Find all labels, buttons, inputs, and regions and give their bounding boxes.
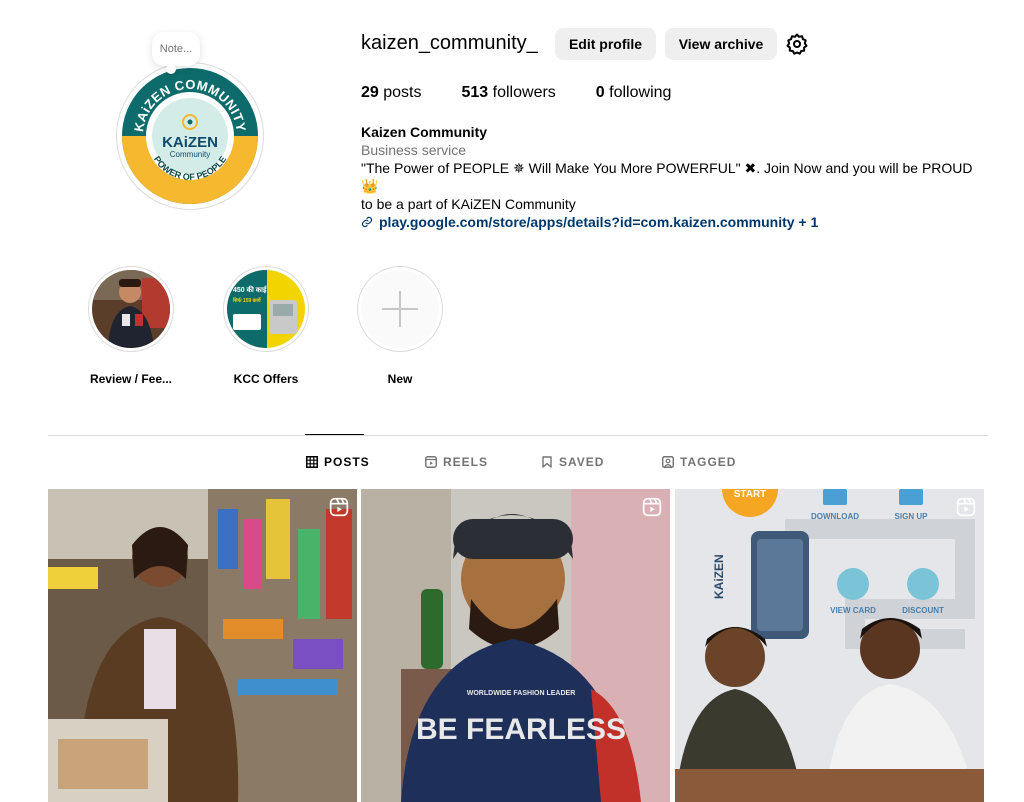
- posts-stat: 29 posts: [361, 84, 422, 102]
- post-thumbnail-3[interactable]: START DOWNLOAD SIGN UP VIEW CARD DISCOUN…: [675, 489, 984, 802]
- diagram-viewcard-label: VIEW CARD: [830, 606, 876, 615]
- note-bubble[interactable]: Note...: [152, 32, 200, 74]
- tab-reels[interactable]: REELS: [425, 455, 488, 469]
- link-icon: [361, 216, 373, 228]
- avatar-center-sub: Community: [170, 150, 210, 159]
- highlight-new[interactable]: New: [345, 266, 455, 386]
- posts-label: posts: [383, 84, 422, 101]
- highlight-review-image: [92, 270, 170, 348]
- posts-count: 29: [361, 84, 379, 101]
- offer-thumb-line1: 450 की काई: [233, 285, 267, 294]
- business-category: Business service: [361, 142, 467, 158]
- reel-badge-icon: [329, 497, 349, 517]
- post-thumbnail-2[interactable]: BE FEARLESS WORLDWIDE FASHION LEADER: [361, 489, 670, 802]
- highlight-kcc-offers[interactable]: 450 की काई सिर्फ 159 कार्ये KCC Offers: [211, 266, 321, 386]
- view-archive-button[interactable]: View archive: [665, 28, 777, 60]
- active-tab-indicator: [305, 434, 364, 435]
- avatar-center-text: KAiZEN: [162, 134, 218, 151]
- bio-text-line1: "The Power of PEOPLE ✵ Will Make You Mor…: [361, 160, 973, 194]
- shirt-text: BE FEARLESS: [416, 713, 626, 746]
- username: kaizen_community_: [361, 32, 538, 54]
- reel-badge-icon: [642, 497, 662, 517]
- following-count: 0: [595, 84, 605, 101]
- tab-reels-label: REELS: [443, 455, 489, 469]
- bio-link-text: play.google.com/store/apps/details?id=co…: [379, 214, 819, 230]
- highlight-label: New: [387, 372, 413, 386]
- followers-stat[interactable]: 513 followers: [462, 84, 556, 102]
- diagram-start-label: START: [734, 489, 767, 500]
- bio-link[interactable]: play.google.com/store/apps/details?id=co…: [361, 213, 991, 231]
- highlight-label: Review / Fee...: [89, 372, 173, 386]
- highlight-ring: [88, 266, 174, 352]
- note-text: Note...: [159, 43, 193, 55]
- tagged-user-icon: [662, 456, 674, 468]
- tabs-divider: [48, 435, 988, 436]
- tab-saved-label: SAVED: [559, 455, 605, 469]
- highlight-label: KCC Offers: [233, 372, 299, 386]
- bookmark-icon: [542, 456, 552, 468]
- following-label: following: [609, 84, 672, 101]
- profile-avatar[interactable]: KAiZEN COMMUNITY POWER OF PEOPLE KAiZEN …: [116, 62, 264, 210]
- diagram-download-label: DOWNLOAD: [811, 512, 859, 521]
- offer-thumb-line2: सिर्फ 159 कार्ये: [232, 297, 262, 304]
- highlight-offers-image: 450 की काई सिर्फ 159 कार्ये: [227, 270, 305, 348]
- post-1-image: [48, 489, 357, 802]
- bio-text-line2: to be a part of KAiZEN Community: [361, 196, 576, 212]
- reels-icon: [425, 456, 437, 468]
- profile-stats: 29 posts 513 followers 0 following: [361, 84, 671, 102]
- new-highlight-placeholder: [361, 270, 439, 348]
- edit-profile-button[interactable]: Edit profile: [555, 28, 656, 60]
- followers-count: 513: [461, 84, 489, 101]
- tab-tagged-label: TAGGED: [680, 455, 737, 469]
- diagram-signup-label: SIGN UP: [895, 512, 929, 521]
- tab-posts[interactable]: POSTS: [306, 455, 370, 469]
- post-thumbnail-1[interactable]: [48, 489, 357, 802]
- post-3-image: START DOWNLOAD SIGN UP VIEW CARD DISCOUN…: [675, 489, 984, 802]
- grid-icon: [306, 456, 318, 468]
- following-stat[interactable]: 0 following: [596, 84, 672, 102]
- tab-tagged[interactable]: TAGGED: [662, 455, 736, 469]
- followers-label: followers: [492, 84, 556, 101]
- diagram-brand-label: KAiZEN: [712, 554, 726, 599]
- highlight-thumbnail: [92, 270, 170, 348]
- settings-gear-icon[interactable]: [785, 32, 809, 56]
- reel-badge-icon: [956, 497, 976, 517]
- shirt-subtext: WORLDWIDE FASHION LEADER: [467, 690, 576, 697]
- highlight-ring: 450 की काई सिर्फ 159 कार्ये: [223, 266, 309, 352]
- post-2-image: BE FEARLESS WORLDWIDE FASHION LEADER: [361, 489, 670, 802]
- avatar-ring: KAiZEN COMMUNITY POWER OF PEOPLE KAiZEN …: [116, 62, 264, 210]
- display-name: Kaizen Community: [361, 124, 488, 140]
- kaizen-logo: KAiZEN COMMUNITY POWER OF PEOPLE KAiZEN …: [122, 68, 258, 204]
- profile-bio: Kaizen Community Business service "The P…: [361, 123, 991, 231]
- highlight-review[interactable]: Review / Fee...: [76, 266, 186, 386]
- tab-posts-label: POSTS: [324, 455, 370, 469]
- highlight-ring: [357, 266, 443, 352]
- tab-saved[interactable]: SAVED: [541, 455, 604, 469]
- plus-icon: [382, 291, 418, 327]
- diagram-discount-label: DISCOUNT: [902, 606, 944, 615]
- highlight-thumbnail: 450 की काई सिर्फ 159 कार्ये: [227, 270, 305, 348]
